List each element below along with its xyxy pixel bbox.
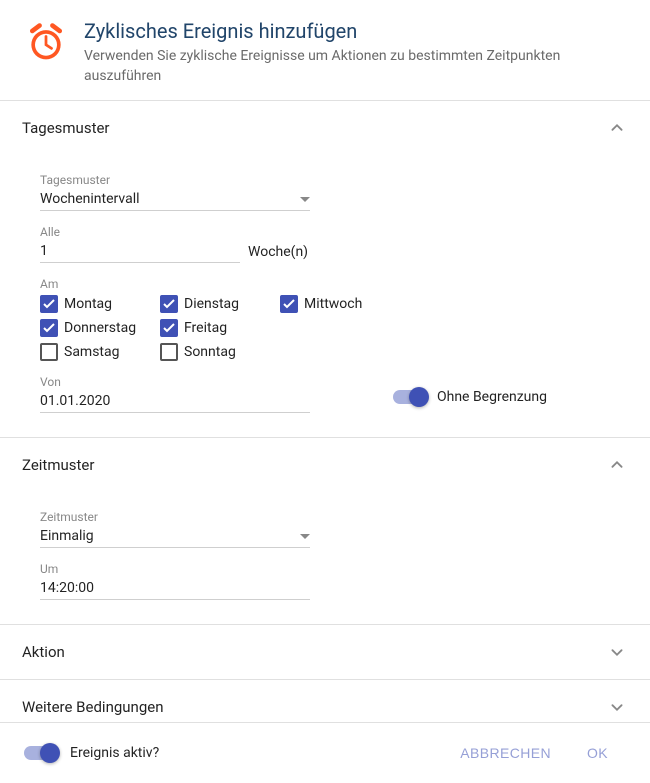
checkbox-icon [280, 295, 298, 313]
day-label: Dienstag [184, 296, 239, 312]
alle-input[interactable]: 1 [40, 239, 240, 263]
panel-title-tagesmuster: Tagesmuster [22, 119, 606, 137]
day-label: Sonntag [184, 344, 236, 360]
day-label: Samstag [64, 344, 120, 360]
chevron-down-icon [606, 641, 628, 663]
um-input[interactable]: 14:20:00 [40, 576, 310, 600]
panel-title-aktion: Aktion [22, 643, 606, 661]
alarm-clock-icon [24, 20, 68, 86]
day-montag[interactable]: Montag [40, 295, 150, 313]
tagesmuster-select-value: Wochenintervall [40, 191, 300, 207]
panel-weitere: Weitere Bedingungen [0, 680, 650, 722]
content-scroll[interactable]: Tagesmuster Tagesmuster Wochenintervall … [0, 100, 650, 722]
alle-label: Alle [40, 225, 610, 239]
um-label: Um [40, 562, 610, 576]
von-value: 01.01.2020 [40, 393, 310, 409]
dialog-subtitle: Verwenden Sie zyklische Ereignisse um Ak… [84, 46, 630, 86]
chevron-down-icon [606, 696, 628, 718]
zeitmuster-select-value: Einmalig [40, 528, 300, 544]
day-dienstag[interactable]: Dienstag [160, 295, 270, 313]
panel-tagesmuster: Tagesmuster Tagesmuster Wochenintervall … [0, 101, 650, 438]
unbounded-label: Ohne Begrenzung [437, 389, 547, 405]
tagesmuster-select-label: Tagesmuster [40, 173, 610, 187]
dialog-footer: Ereignis aktiv? ABBRECHEN OK [0, 722, 650, 783]
day-donnerstag[interactable]: Donnerstag [40, 319, 150, 337]
panel-zeitmuster: Zeitmuster Zeitmuster Einmalig Um 14:20:… [0, 438, 650, 625]
day-freitag[interactable]: Freitag [160, 319, 270, 337]
toggle-icon [24, 746, 58, 760]
panel-header-tagesmuster[interactable]: Tagesmuster [0, 101, 650, 155]
zeitmuster-select-label: Zeitmuster [40, 510, 610, 524]
von-label: Von [40, 375, 310, 389]
day-mittwoch[interactable]: Mittwoch [280, 295, 390, 313]
von-input[interactable]: 01.01.2020 [40, 389, 310, 413]
dropdown-icon [300, 191, 310, 207]
chevron-up-icon [606, 454, 628, 476]
toggle-icon [393, 390, 427, 404]
active-toggle[interactable]: Ereignis aktiv? [24, 745, 442, 761]
dropdown-icon [300, 528, 310, 544]
checkbox-icon [40, 319, 58, 337]
panel-header-zeitmuster[interactable]: Zeitmuster [0, 438, 650, 492]
day-label: Mittwoch [304, 296, 362, 312]
chevron-up-icon [606, 117, 628, 139]
dialog-header: Zyklisches Ereignis hinzufügen Verwenden… [0, 0, 650, 100]
checkbox-icon [160, 319, 178, 337]
alle-unit: Woche(n) [248, 244, 308, 263]
days-group: Montag Dienstag Mittwoch Donnerstag [40, 295, 610, 361]
panel-header-weitere[interactable]: Weitere Bedingungen [0, 680, 650, 722]
panel-title-weitere: Weitere Bedingungen [22, 698, 606, 716]
unbounded-toggle[interactable]: Ohne Begrenzung [330, 389, 610, 413]
day-samstag[interactable]: Samstag [40, 343, 150, 361]
day-label: Freitag [184, 320, 227, 336]
am-label: Am [40, 277, 610, 291]
dialog-title: Zyklisches Ereignis hinzufügen [84, 18, 630, 44]
checkbox-icon [40, 343, 58, 361]
day-sonntag[interactable]: Sonntag [160, 343, 270, 361]
checkbox-icon [40, 295, 58, 313]
panel-title-zeitmuster: Zeitmuster [22, 456, 606, 474]
ok-button[interactable]: OK [569, 737, 626, 769]
active-label: Ereignis aktiv? [70, 745, 159, 761]
day-label: Montag [64, 296, 112, 312]
um-value: 14:20:00 [40, 580, 310, 596]
checkbox-icon [160, 295, 178, 313]
alle-value: 1 [40, 243, 48, 259]
tagesmuster-select[interactable]: Wochenintervall [40, 187, 310, 211]
panel-aktion: Aktion [0, 625, 650, 680]
panel-header-aktion[interactable]: Aktion [0, 625, 650, 679]
cancel-button[interactable]: ABBRECHEN [442, 737, 569, 769]
zeitmuster-select[interactable]: Einmalig [40, 524, 310, 548]
checkbox-icon [160, 343, 178, 361]
day-label: Donnerstag [64, 320, 136, 336]
